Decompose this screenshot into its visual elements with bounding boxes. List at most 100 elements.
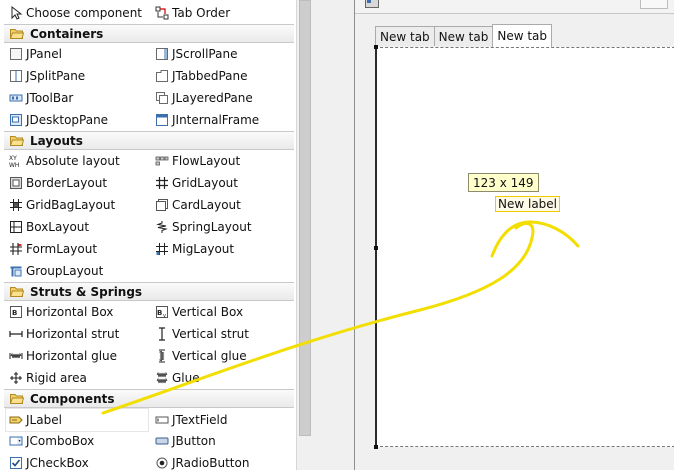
selection-handle[interactable] (374, 45, 378, 49)
category-components[interactable]: Components (4, 389, 294, 408)
horizontal-glue-icon (9, 349, 23, 363)
palette-item-label: JRadioButton (172, 456, 250, 470)
palette-item-label: SpringLayout (172, 220, 252, 234)
palette-item-horizontal-box[interactable]: B Horizontal Box (9, 301, 113, 323)
palette-row: Horizontal strut Vertical strut (0, 323, 296, 345)
radio-button-icon (155, 456, 169, 470)
palette-item-jtextfield[interactable]: JTextField (155, 409, 228, 431)
palette-item-horizontal-strut[interactable]: Horizontal strut (9, 323, 119, 345)
selection-handle[interactable] (374, 445, 378, 449)
palette-item-vertical-box[interactable]: Bv Vertical Box (155, 301, 243, 323)
palette-item-label: BorderLayout (26, 176, 108, 190)
box-layout-icon (9, 220, 23, 234)
palette-item-gridlayout[interactable]: GridLayout (155, 172, 238, 194)
absolute-layout-icon: XY WH (9, 154, 23, 168)
palette-item-label: JInternalFrame (172, 113, 260, 127)
palette-item-jcheckbox[interactable]: JCheckBox (9, 452, 89, 470)
palette-item-label: JTabbedPane (172, 69, 248, 83)
label-icon (9, 413, 23, 427)
palette-row: JToolBar JLayeredPane (0, 87, 296, 109)
grid-layout-icon (155, 176, 169, 190)
tab-new-tab-2[interactable]: New tab (433, 26, 494, 46)
palette-scrollbar[interactable] (296, 0, 312, 470)
palette-item-jlayeredpane[interactable]: JLayeredPane (155, 87, 253, 109)
palette-item-gridbaglayout[interactable]: GridBagLayout (9, 194, 115, 216)
palette-item-label: GridLayout (172, 176, 238, 190)
palette-item-label: Glue (172, 371, 200, 385)
border-layout-icon (9, 176, 23, 190)
palette-item-boxlayout[interactable]: BoxLayout (9, 216, 89, 238)
vertical-box-icon: Bv (155, 305, 169, 319)
choose-component-button[interactable]: Choose component (9, 2, 142, 24)
palette-item-jtabbedpane[interactable]: JTabbedPane (155, 65, 248, 87)
form-layout-icon (9, 242, 23, 256)
palette-item-jpanel[interactable]: JPanel (9, 43, 62, 65)
palette-item-label: JScrollPane (172, 47, 238, 61)
palette-item-jinternalframe[interactable]: JInternalFrame (155, 109, 259, 131)
palette-item-label: Horizontal Box (26, 305, 114, 319)
palette-item-label: Absolute layout (26, 154, 120, 168)
folder-open-icon (10, 135, 24, 146)
category-struts-springs-label: Struts & Springs (30, 284, 143, 299)
desktop-pane-icon (9, 113, 23, 127)
palette-item-jlabel[interactable]: JLabel (5, 408, 149, 432)
palette-item-miglayout[interactable]: MigLayout (155, 238, 234, 260)
palette-item-jscrollpane[interactable]: JScrollPane (155, 43, 237, 65)
palette-item-jradiobutton[interactable]: JRadioButton (155, 452, 249, 470)
palette-item-label: Rigid area (26, 371, 87, 385)
card-layout-icon (155, 198, 169, 212)
design-canvas[interactable]: New tab New tab New tab (354, 0, 674, 470)
combo-box-icon (9, 434, 23, 448)
tabbed-pane-tabs: New tab New tab New tab (375, 24, 553, 47)
scroll-pane-icon (155, 47, 169, 61)
palette-item-label: Vertical Box (172, 305, 244, 319)
palette-item-vertical-strut[interactable]: Vertical strut (155, 323, 249, 345)
palette-row: GroupLayout (0, 260, 296, 282)
palette-item-grouplayout[interactable]: GroupLayout (9, 260, 103, 282)
palette-item-vertical-glue[interactable]: Vertical glue (155, 345, 247, 367)
tab-new-tab-1[interactable]: New tab (375, 26, 435, 46)
frame-window-button[interactable] (640, 0, 668, 9)
selection-handle[interactable] (374, 246, 378, 250)
vertical-glue-icon (155, 349, 169, 363)
category-struts-springs[interactable]: Struts & Springs (4, 282, 294, 301)
palette-item-springlayout[interactable]: SpringLayout (155, 216, 252, 238)
palette-item-label: GroupLayout (26, 264, 104, 278)
category-layouts[interactable]: Layouts (4, 131, 294, 150)
palette-item-jdesktoppane[interactable]: JDesktopPane (9, 109, 108, 131)
tabbed-pane-icon (155, 69, 169, 83)
palette-item-flowlayout[interactable]: FlowLayout (155, 150, 240, 172)
palette-item-borderlayout[interactable]: BorderLayout (9, 172, 107, 194)
palette-item-jsplitpane[interactable]: JSplitPane (9, 65, 85, 87)
palette-item-label: JToolBar (26, 91, 74, 105)
palette-item-jbutton[interactable]: JButton (155, 430, 216, 452)
size-tooltip: 123 x 149 (468, 173, 539, 192)
rigid-area-icon (9, 371, 23, 385)
palette-item-label: JPanel (26, 47, 62, 61)
folder-open-icon (10, 286, 24, 297)
vertical-strut-icon (155, 327, 169, 341)
palette-item-label: MigLayout (172, 242, 235, 256)
checkbox-icon (9, 456, 23, 470)
folder-open-icon (10, 393, 24, 404)
frame-icon (365, 0, 379, 8)
palette-item-glue[interactable]: Glue (155, 367, 200, 389)
palette-item-horizontal-glue[interactable]: Horizontal glue (9, 345, 117, 367)
tab-new-tab-3[interactable]: New tab (492, 24, 553, 47)
palette-item-cardlayout[interactable]: CardLayout (155, 194, 241, 216)
category-containers[interactable]: Containers (4, 24, 294, 43)
palette-item-label: FlowLayout (172, 154, 241, 168)
tab-order-button[interactable]: Tab Order (155, 2, 230, 24)
palette-scrollbar-thumb[interactable] (299, 0, 311, 436)
tab-content-panel[interactable] (374, 45, 674, 449)
palette-item-absolute-layout[interactable]: XY WH Absolute layout (9, 150, 120, 172)
palette-item-jcombobox[interactable]: JComboBox (9, 430, 94, 452)
palette-row: JDesktopPane JInternalFrame (0, 109, 296, 131)
palette-item-label: Vertical strut (172, 327, 249, 341)
palette-item-formlayout[interactable]: FormLayout (9, 238, 97, 260)
svg-text:B: B (157, 309, 162, 317)
palette-item-rigid-area[interactable]: Rigid area (9, 367, 87, 389)
palette-item-jtoolbar[interactable]: JToolBar (9, 87, 73, 109)
palette-item-label: JLabel (26, 413, 62, 427)
split-pane-icon (9, 69, 23, 83)
